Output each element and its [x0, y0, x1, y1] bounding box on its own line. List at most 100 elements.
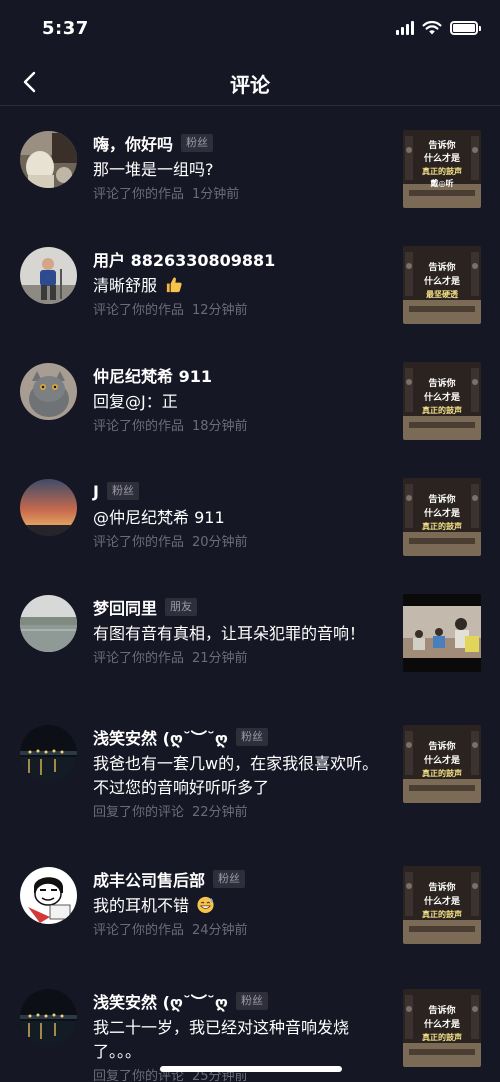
thumb-caption: 什么才是: [424, 152, 461, 164]
thumb-caption: 什么才是: [424, 507, 461, 519]
comment-text: @仲尼纪梵希 911: [93, 508, 225, 527]
comment-list: 嗨，你好吗 粉丝 那一堆是一组吗? 评论了你的作品 1分钟前 告诉你 什么才是 真…: [0, 107, 500, 1082]
avatar[interactable]: [20, 479, 77, 536]
comment-time: 21分钟前: [192, 651, 248, 666]
video-thumbnail[interactable]: 告诉你 什么才是 真正的鼓声: [403, 478, 481, 556]
nav-bar: 评论: [0, 58, 500, 106]
comment-item[interactable]: 梦回同里 朋友 有图有音有真相，让耳朵犯罪的音响！ 评论了你的作品 21分钟前: [0, 571, 500, 695]
comment-time: 24分钟前: [192, 923, 248, 938]
avatar[interactable]: [20, 595, 77, 652]
comment-time: 22分钟前: [192, 805, 248, 820]
comment-item[interactable]: 浅笑安然 (ღ˘︶˘ღ 粉丝 我爸也有一套几w的，在家我很喜欢听。不过您的音响好…: [0, 695, 500, 843]
thumb-caption: 告诉你: [428, 1004, 455, 1016]
comment-meta: 回复了你的评论 22分钟前: [93, 804, 385, 822]
thumb-caption: 告诉你: [428, 881, 455, 893]
thumb-caption: 什么才是: [424, 754, 461, 766]
avatar[interactable]: [20, 247, 77, 304]
battery-icon: [450, 21, 481, 35]
comment-text: 回复@J：正: [93, 392, 178, 411]
comment-text: 我的耳机不错: [93, 894, 385, 918]
video-thumbnail[interactable]: 告诉你 什么才是 真正的鼓声: [403, 866, 481, 944]
avatar[interactable]: [20, 725, 77, 782]
video-thumbnail[interactable]: 告诉你 什么才是 最坚硬透: [403, 246, 481, 324]
video-thumbnail[interactable]: 告诉你 什么才是 真正的鼓声 戴◎听: [403, 130, 481, 208]
comment-action: 评论了你的作品: [93, 303, 185, 318]
comment-action: 评论了你的作品: [93, 923, 185, 938]
comment-action: 评论了你的作品: [93, 419, 185, 434]
comment-meta: 评论了你的作品 21分钟前: [93, 650, 385, 668]
comment-action: 评论了你的作品: [93, 651, 185, 666]
comment-action: 评论了你的作品: [93, 187, 185, 202]
thumb-caption: 真正的鼓声: [422, 405, 462, 415]
username[interactable]: 梦回同里: [93, 595, 157, 619]
video-thumbnail[interactable]: 告诉你 什么才是 真正的鼓声: [403, 989, 481, 1067]
username[interactable]: 浅笑安然 (ღ˘︶˘ღ: [93, 989, 228, 1013]
home-indicator[interactable]: [160, 1066, 342, 1072]
comment-meta: 评论了你的作品 18分钟前: [93, 418, 385, 436]
username[interactable]: 嗨，你好吗: [93, 131, 173, 155]
thumbs-up-icon: [166, 277, 182, 293]
status-icons: [396, 21, 481, 35]
comment-meta: 评论了你的作品 12分钟前: [93, 302, 385, 320]
avatar[interactable]: [20, 867, 77, 924]
avatar[interactable]: [20, 363, 77, 420]
comment-text-content: 清晰舒服: [93, 276, 158, 295]
page-title: 评论: [230, 73, 270, 97]
comment-text: 我二十一岁，我已经对这种音响发烧了。。。: [93, 1018, 350, 1061]
thumb-caption: 什么才是: [424, 895, 461, 907]
comment-time: 18分钟前: [192, 419, 248, 434]
thumb-caption: 什么才是: [424, 275, 461, 287]
comment-text: 清晰舒服: [93, 274, 385, 298]
comment-action: 评论了你的作品: [93, 535, 185, 550]
video-thumbnail[interactable]: 告诉你 什么才是 真正的鼓声: [403, 362, 481, 440]
relation-badge: 粉丝: [106, 482, 139, 500]
thumb-caption: 真正的鼓声: [422, 1032, 462, 1042]
username[interactable]: 成丰公司售后部: [93, 867, 205, 891]
thumb-caption: 告诉你: [428, 493, 455, 505]
username[interactable]: 用户 8826330809881: [93, 247, 275, 271]
wifi-icon: [422, 21, 442, 35]
comment-item[interactable]: 嗨，你好吗 粉丝 那一堆是一组吗? 评论了你的作品 1分钟前 告诉你 什么才是 真…: [0, 107, 500, 223]
comment-item[interactable]: 仲尼纪梵希 911 回复@J：正 评论了你的作品 18分钟前 告诉你 什么才是 真…: [0, 339, 500, 455]
avatar[interactable]: [20, 989, 77, 1046]
comment-time: 12分钟前: [192, 303, 248, 318]
avatar[interactable]: [20, 131, 77, 188]
comment-item[interactable]: 用户 8826330809881 清晰舒服 评论了你的作品 12分钟前 告诉你: [0, 223, 500, 339]
comment-time: 1分钟前: [192, 187, 240, 202]
video-thumbnail[interactable]: 告诉你 什么才是 真正的鼓声: [403, 725, 481, 803]
comment-text: 我爸也有一套几w的，在家我很喜欢听。不过您的音响好听听多了: [93, 754, 379, 797]
comment-meta: 评论了你的作品 1分钟前: [93, 186, 385, 204]
relation-badge: 朋友: [165, 598, 198, 616]
comment-item[interactable]: 成丰公司售后部 粉丝 我的耳机不错 评论了你的作品 24分钟前 告诉你 什么才是…: [0, 843, 500, 959]
thumb-caption: 什么才是: [424, 391, 461, 403]
video-thumbnail[interactable]: [403, 594, 481, 672]
comment-meta: 评论了你的作品 20分钟前: [93, 534, 385, 552]
comment-action: 回复了你的评论: [93, 805, 185, 820]
relation-badge: 粉丝: [235, 728, 268, 746]
relation-badge: 粉丝: [235, 992, 268, 1010]
username[interactable]: 仲尼纪梵希 911: [93, 363, 212, 387]
comment-item[interactable]: 浅笑安然 (ღ˘︶˘ღ 粉丝 我二十一岁，我已经对这种音响发烧了。。。 回复了你…: [0, 959, 500, 1082]
grin-sweat-icon: [197, 896, 214, 914]
comment-meta: 评论了你的作品 24分钟前: [93, 922, 385, 940]
status-time: 5:37: [42, 18, 89, 39]
thumb-caption: 告诉你: [428, 740, 455, 752]
relation-badge: 粉丝: [181, 134, 214, 152]
username[interactable]: J: [93, 482, 99, 501]
comment-text-content: 我的耳机不错: [93, 896, 190, 915]
thumb-caption: 什么才是: [424, 1018, 461, 1030]
thumb-caption: 告诉你: [428, 261, 455, 273]
thumb-caption: 告诉你: [428, 377, 455, 389]
thumb-caption: 戴◎听: [431, 178, 454, 188]
thumb-caption: 真正的鼓声: [422, 909, 462, 919]
username[interactable]: 浅笑安然 (ღ˘︶˘ღ: [93, 725, 228, 749]
thumb-caption: 告诉你: [428, 139, 455, 151]
thumb-caption: 真正的鼓声: [422, 521, 462, 531]
thumb-caption: 最坚硬透: [426, 289, 458, 299]
thumb-caption: 真正的鼓声: [422, 166, 462, 176]
signal-icon: [396, 21, 414, 35]
comment-time: 20分钟前: [192, 535, 248, 550]
comment-item[interactable]: J 粉丝 @仲尼纪梵希 911 评论了你的作品 20分钟前 告诉你 什么才是 真正…: [0, 455, 500, 571]
relation-badge: 粉丝: [213, 870, 246, 888]
comment-text: 有图有音有真相，让耳朵犯罪的音响！: [93, 624, 366, 643]
